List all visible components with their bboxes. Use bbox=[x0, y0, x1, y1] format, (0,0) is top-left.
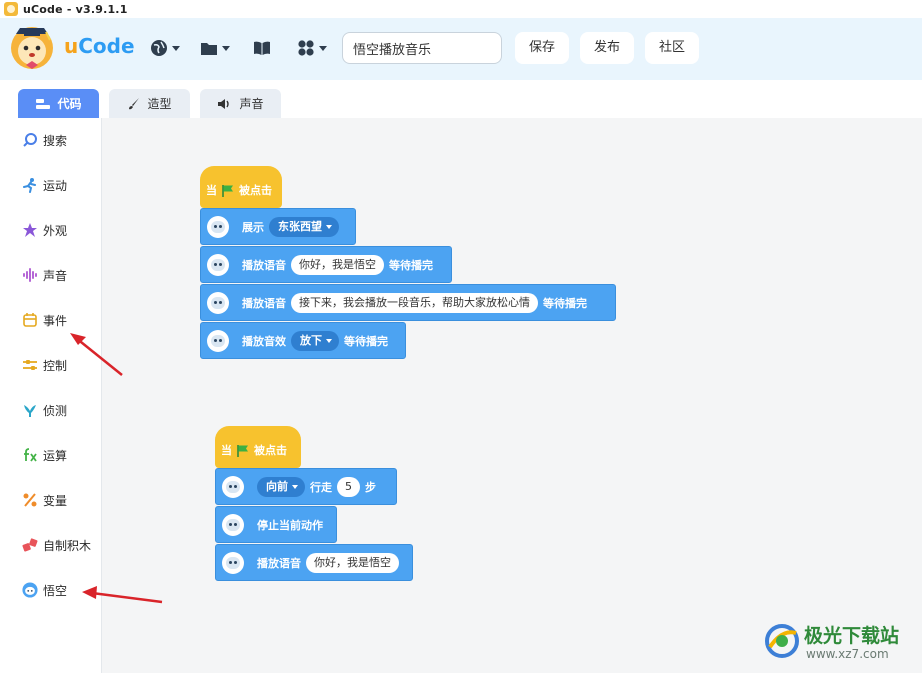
play-speech-block[interactable]: 播放语音 你好，我是悟空 等待播完 bbox=[200, 246, 452, 283]
calendar-icon bbox=[22, 312, 38, 328]
robot-icon bbox=[222, 551, 244, 574]
dropdown-caret-icon bbox=[326, 338, 332, 343]
code-blocks-icon bbox=[36, 98, 51, 109]
tutorial-button[interactable] bbox=[253, 37, 271, 59]
play-speech-block[interactable]: 播放语音 接下来，我会播放一段音乐，帮助大家放松心情 等待播完 bbox=[200, 284, 616, 321]
walk-steps-block[interactable]: 向前 行走 5 步 bbox=[215, 468, 397, 505]
chevron-down-icon bbox=[172, 45, 180, 51]
speech-text-input[interactable]: 你好，我是悟空 bbox=[291, 254, 384, 275]
waveform-icon bbox=[22, 267, 38, 283]
robot-icon bbox=[207, 215, 229, 238]
extensions-menu[interactable] bbox=[297, 37, 327, 59]
mascot-logo-icon bbox=[11, 27, 53, 69]
tab-costume[interactable]: 造型 bbox=[109, 89, 190, 118]
sidebar-item-looks[interactable]: 外观 bbox=[0, 215, 102, 245]
sidebar-item-events[interactable]: 事件 bbox=[0, 305, 102, 335]
fx-icon bbox=[22, 447, 38, 463]
speaker-icon bbox=[218, 98, 230, 109]
chevron-down-icon bbox=[222, 45, 230, 51]
chevron-down-icon bbox=[319, 45, 327, 51]
play-sound-effect-block[interactable]: 播放音效 放下 等待播完 bbox=[200, 322, 406, 359]
publish-button[interactable]: 发布 bbox=[580, 32, 634, 64]
action-dropdown[interactable]: 东张西望 bbox=[269, 216, 339, 237]
sidebar-item-motion[interactable]: 运动 bbox=[0, 170, 102, 200]
robot-icon bbox=[207, 291, 229, 314]
play-speech-block[interactable]: 播放语音 你好，我是悟空 bbox=[215, 544, 413, 581]
sidebar-item-search[interactable]: 搜索 bbox=[0, 125, 102, 155]
watermark: 极光下载站 www.xz7.com bbox=[762, 615, 922, 667]
watermark-url: www.xz7.com bbox=[806, 647, 889, 661]
sidebar-item-control[interactable]: 控制 bbox=[0, 350, 102, 380]
direction-dropdown[interactable]: 向前 bbox=[257, 476, 305, 497]
dropdown-caret-icon bbox=[326, 224, 332, 229]
app-header: uCode 保存 发布 社区 bbox=[0, 18, 922, 80]
blocks-icon bbox=[22, 537, 38, 553]
sidebar-item-operators[interactable]: 运算 bbox=[0, 440, 102, 470]
book-icon bbox=[254, 41, 270, 55]
tab-sound[interactable]: 声音 bbox=[200, 89, 281, 118]
tab-code[interactable]: 代码 bbox=[18, 89, 99, 118]
speech-text-input[interactable]: 接下来，我会播放一段音乐，帮助大家放松心情 bbox=[291, 292, 538, 313]
search-icon bbox=[22, 132, 38, 148]
project-name-input[interactable] bbox=[342, 32, 502, 64]
globe-icon bbox=[151, 40, 167, 56]
robot-icon bbox=[207, 329, 229, 352]
star-icon bbox=[22, 222, 38, 238]
community-button[interactable]: 社区 bbox=[645, 32, 699, 64]
run-icon bbox=[22, 177, 38, 193]
grid-icon bbox=[298, 40, 314, 56]
robot-icon bbox=[222, 475, 244, 498]
bird-icon bbox=[22, 402, 38, 418]
watermark-name: 极光下载站 bbox=[804, 625, 900, 647]
sliders-icon bbox=[22, 357, 38, 373]
language-menu[interactable] bbox=[150, 37, 180, 59]
watermark-logo-icon bbox=[765, 624, 799, 658]
folder-icon bbox=[201, 43, 217, 55]
sound-effect-dropdown[interactable]: 放下 bbox=[291, 330, 339, 351]
sidebar-item-sound[interactable]: 声音 bbox=[0, 260, 102, 290]
category-sidebar: 搜索 运动 外观 声音 事件 控制 侦测 运算 变量 自制积木 悟空 bbox=[0, 118, 102, 673]
app-icon bbox=[4, 2, 18, 16]
speech-text-input[interactable]: 你好，我是悟空 bbox=[306, 552, 399, 573]
robot-icon bbox=[222, 513, 244, 536]
percent-icon bbox=[22, 492, 38, 508]
title-bar: uCode - v3.9.1.1 bbox=[0, 0, 922, 18]
dropdown-caret-icon bbox=[292, 484, 298, 489]
ucode-logo: uCode bbox=[64, 34, 135, 58]
save-button[interactable]: 保存 bbox=[515, 32, 569, 64]
green-flag-icon bbox=[222, 185, 233, 197]
stop-action-block[interactable]: 停止当前动作 bbox=[215, 506, 337, 543]
show-action-block[interactable]: 展示 东张西望 bbox=[200, 208, 356, 245]
editor-tabs: 代码 造型 声音 bbox=[0, 80, 922, 118]
window-title: uCode - v3.9.1.1 bbox=[23, 2, 128, 16]
steps-input[interactable]: 5 bbox=[337, 476, 360, 497]
brush-icon bbox=[129, 97, 140, 109]
sidebar-item-wukong[interactable]: 悟空 bbox=[0, 575, 102, 605]
when-flag-clicked-block[interactable]: 当 被点击 bbox=[200, 166, 282, 208]
file-menu[interactable] bbox=[200, 37, 230, 59]
robot-icon bbox=[207, 253, 229, 276]
sidebar-item-variables[interactable]: 变量 bbox=[0, 485, 102, 515]
sidebar-item-my-blocks[interactable]: 自制积木 bbox=[0, 530, 102, 560]
green-flag-icon bbox=[237, 445, 248, 457]
sidebar-item-sensing[interactable]: 侦测 bbox=[0, 395, 102, 425]
code-workspace[interactable]: 当 被点击 展示 东张西望 播放语音 你好，我是悟空 等待播完 播放语音 接下来… bbox=[102, 118, 922, 673]
robot-avatar-icon bbox=[22, 582, 38, 598]
when-flag-clicked-block[interactable]: 当 被点击 bbox=[215, 426, 301, 468]
